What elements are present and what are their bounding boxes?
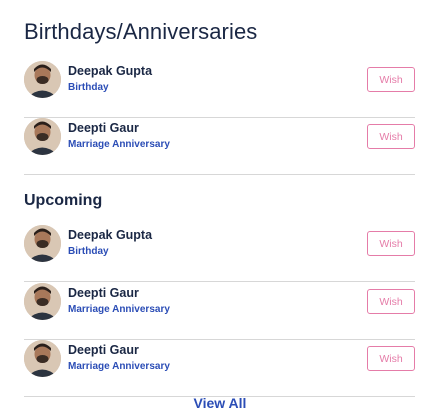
avatar[interactable] xyxy=(24,61,61,98)
person-avatar-icon xyxy=(24,283,61,320)
person-avatar-icon xyxy=(24,340,61,377)
avatar[interactable] xyxy=(24,283,61,320)
view-all-link[interactable]: View All xyxy=(0,395,440,411)
wish-button[interactable]: Wish xyxy=(367,67,415,92)
avatar[interactable] xyxy=(24,225,61,262)
occasion-label: Marriage Anniversary xyxy=(68,304,170,315)
wish-button[interactable]: Wish xyxy=(367,124,415,149)
occasion-label: Birthday xyxy=(68,246,109,257)
person-name: Deepti Gaur xyxy=(68,121,139,135)
occasion-label: Marriage Anniversary xyxy=(68,361,170,372)
person-avatar-icon xyxy=(24,118,61,155)
list-item: Deepti Gaur Marriage Anniversary Wish xyxy=(24,283,415,340)
wish-button[interactable]: Wish xyxy=(367,231,415,256)
person-avatar-icon xyxy=(24,61,61,98)
list-item: Deepak Gupta Birthday Wish xyxy=(24,61,415,118)
person-avatar-icon xyxy=(24,225,61,262)
upcoming-heading: Upcoming xyxy=(24,192,103,209)
widget-title: Birthdays/Anniversaries xyxy=(24,19,258,44)
list-item: Deepak Gupta Birthday Wish xyxy=(24,225,415,282)
list-item: Deepti Gaur Marriage Anniversary Wish xyxy=(24,340,415,397)
avatar[interactable] xyxy=(24,118,61,155)
avatar[interactable] xyxy=(24,340,61,377)
wish-button[interactable]: Wish xyxy=(367,346,415,371)
wish-button[interactable]: Wish xyxy=(367,289,415,314)
person-name: Deepak Gupta xyxy=(68,64,153,78)
person-name: Deepti Gaur xyxy=(68,286,139,300)
list-item: Deepti Gaur Marriage Anniversary Wish xyxy=(24,118,415,175)
person-name: Deepti Gaur xyxy=(68,343,139,357)
occasion-label: Marriage Anniversary xyxy=(68,139,170,150)
occasion-label: Birthday xyxy=(68,82,109,93)
person-name: Deepak Gupta xyxy=(68,228,153,242)
birthdays-widget: Birthdays/Anniversaries Deepak Gupta Bir… xyxy=(0,0,440,417)
